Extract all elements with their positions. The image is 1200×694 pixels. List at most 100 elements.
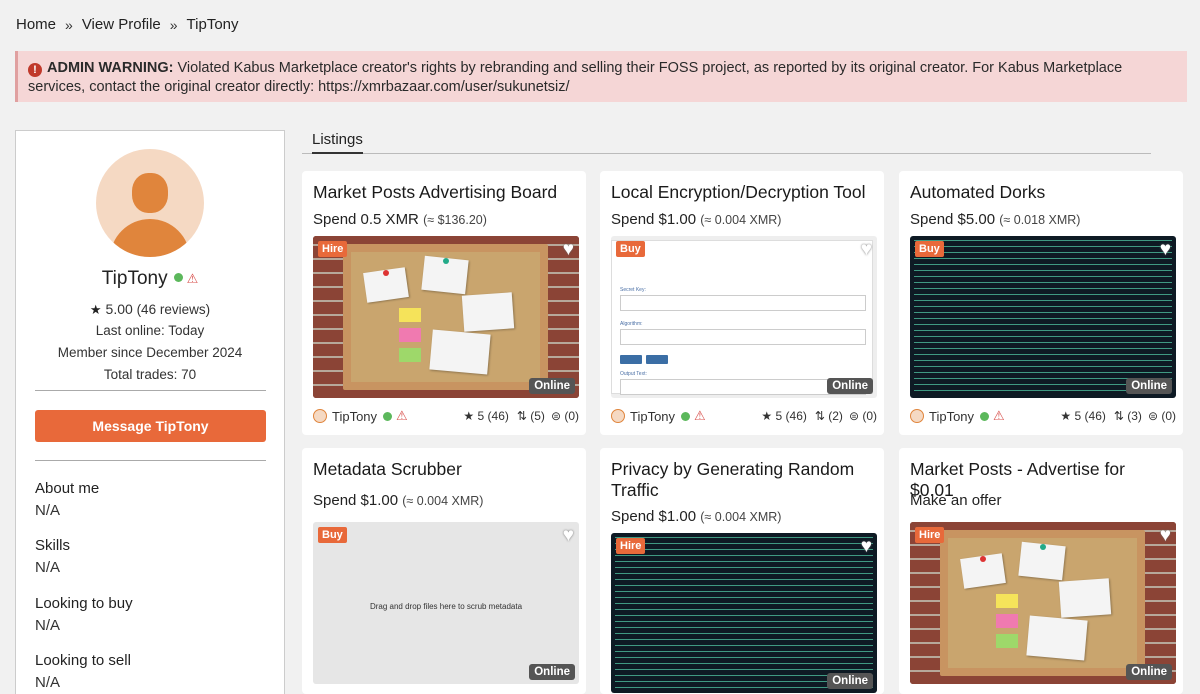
breadcrumb-home-link[interactable]: Home <box>16 16 56 33</box>
seller-name[interactable]: TipTony <box>332 409 377 424</box>
listing-price: Spend $5.00 (≈ 0.018 XMR) <box>910 211 1081 228</box>
looking-to-sell-value: N/A <box>35 674 61 691</box>
listing-card[interactable]: Privacy by Generating Random Traffic Spe… <box>600 448 884 694</box>
buy-badge: Buy <box>616 241 645 257</box>
admin-warning-banner: ! ADMIN WARNING: Violated Kabus Marketpla… <box>15 51 1187 102</box>
listing-price: Spend 0.5 XMR (≈ $136.20) <box>313 211 487 228</box>
breadcrumb-view-profile-link[interactable]: View Profile <box>82 16 161 33</box>
heart-icon[interactable]: ♥ <box>563 239 574 261</box>
profile-name: TipTony <box>101 268 168 289</box>
listing-card[interactable]: Automated Dorks Spend $5.00 (≈ 0.018 XMR… <box>899 171 1183 435</box>
online-status-icon <box>980 411 990 421</box>
comments-stat: ⊜ (0) <box>1147 409 1176 423</box>
online-status-icon <box>383 411 393 421</box>
online-badge: Online <box>827 378 873 394</box>
heart-icon[interactable]: ♥ <box>861 239 872 261</box>
looking-to-sell-label: Looking to sell <box>35 652 131 669</box>
listing-thumbnail[interactable]: Hire ♥ Online <box>313 236 579 398</box>
rating-stat: ★ 5 (46) <box>463 409 509 423</box>
seller-name[interactable]: TipTony <box>630 409 675 424</box>
listing-tabs: Listings <box>302 130 1151 154</box>
warning-label: ADMIN WARNING: <box>47 60 174 76</box>
online-badge: Online <box>1126 664 1172 680</box>
online-badge: Online <box>827 673 873 689</box>
heart-icon[interactable]: ♥ <box>563 525 574 547</box>
avatar <box>96 149 204 257</box>
comments-stat: ⊜ (0) <box>550 409 579 423</box>
listing-price: Spend $1.00 (≈ 0.004 XMR) <box>611 508 782 525</box>
about-label: About me <box>35 480 100 497</box>
online-badge: Online <box>1126 378 1172 394</box>
heart-icon[interactable]: ♥ <box>1160 239 1171 261</box>
listing-card[interactable]: Market Posts - Advertise for $0.01 Make … <box>899 448 1183 694</box>
profile-panel: TipTony ⚠ ★ 5.00 (46 reviews) Last online:… <box>15 130 285 694</box>
seller-avatar <box>611 409 625 423</box>
buy-badge: Buy <box>318 527 347 543</box>
breadcrumb-separator: » <box>65 16 73 33</box>
hire-badge: Hire <box>318 241 348 257</box>
warning-triangle-icon: ⚠ <box>396 408 408 423</box>
last-online: Last online: Today <box>95 323 205 338</box>
divider <box>35 390 266 391</box>
tab-listings[interactable]: Listings <box>312 131 363 154</box>
reviews-count[interactable]: (46 reviews) <box>137 302 211 317</box>
rating-stat: ★ 5 (46) <box>761 409 807 423</box>
listing-thumbnail[interactable]: Hire ♥ Online <box>611 533 877 693</box>
listing-title[interactable]: Privacy by Generating Random Traffic <box>611 459 873 501</box>
listing-price: Spend $1.00 (≈ 0.004 XMR) <box>313 492 484 509</box>
seller-avatar <box>910 409 924 423</box>
trades-stat: ⇅ (2) <box>814 409 843 423</box>
seller-avatar <box>313 409 327 423</box>
star-icon: ★ <box>89 302 102 317</box>
total-trades: Total trades: 70 <box>103 367 197 382</box>
breadcrumb-separator: » <box>169 16 178 33</box>
buy-badge: Buy <box>915 241 944 257</box>
listing-card[interactable]: Metadata Scrubber Spend $1.00 (≈ 0.004 X… <box>302 448 586 694</box>
online-badge: Online <box>529 378 575 394</box>
thumbnail-caption: Drag and drop files here to scrub metada… <box>369 602 523 611</box>
listing-thumbnail[interactable]: Secret Key: Algorithm: Output Text: Buy … <box>611 236 877 398</box>
heart-icon[interactable]: ♥ <box>1160 525 1171 547</box>
listing-footer: TipTony ⚠ ★ 5 (46) ⇅ (5) ⊜ (0) <box>313 408 579 424</box>
trades-stat: ⇅ (5) <box>516 409 545 423</box>
listing-thumbnail[interactable]: Buy ♥ Online <box>910 236 1176 398</box>
listing-thumbnail[interactable]: Hire ♥ Online <box>910 522 1176 684</box>
listing-card[interactable]: Local Encryption/Decryption Tool Spend $… <box>600 171 884 435</box>
heart-icon[interactable]: ♥ <box>861 536 872 558</box>
listing-title[interactable]: Metadata Scrubber <box>313 459 575 480</box>
listing-thumbnail[interactable]: Drag and drop files here to scrub metada… <box>313 522 579 684</box>
listing-title[interactable]: Local Encryption/Decryption Tool <box>611 182 873 203</box>
rating-stat: ★ 5 (46) <box>1060 409 1106 423</box>
listing-price: Spend $1.00 (≈ 0.004 XMR) <box>611 211 782 228</box>
online-status-icon <box>681 411 691 421</box>
hire-badge: Hire <box>616 538 646 554</box>
listing-card[interactable]: Market Posts Advertising Board Spend 0.5… <box>302 171 586 435</box>
breadcrumb-current: TipTony <box>186 16 239 33</box>
listing-footer: TipTony ⚠ ★ 5 (46) ⇅ (2) ⊜ (0) <box>611 408 877 424</box>
warning-triangle-icon: ⚠ <box>186 271 199 286</box>
rating-row: ★ 5.00 (46 reviews) <box>16 301 284 318</box>
skills-value: N/A <box>35 559 61 576</box>
comments-stat: ⊜ (0) <box>848 409 877 423</box>
trades-stat: ⇅ (3) <box>1113 409 1142 423</box>
warning-triangle-icon: ⚠ <box>993 408 1005 423</box>
exclamation-icon: ! <box>28 63 42 77</box>
seller-name[interactable]: TipTony <box>929 409 974 424</box>
rating-value: 5.00 <box>105 301 133 317</box>
divider <box>35 460 266 461</box>
online-badge: Online <box>529 664 575 680</box>
skills-label: Skills <box>35 537 71 554</box>
listing-title[interactable]: Automated Dorks <box>910 182 1172 203</box>
hire-badge: Hire <box>915 527 945 543</box>
warning-text: Violated Kabus Marketplace creator's rig… <box>28 60 1123 95</box>
online-status-icon <box>173 273 183 282</box>
breadcrumb: Home » View Profile » TipTony <box>16 16 239 33</box>
looking-to-buy-label: Looking to buy <box>35 595 133 612</box>
warning-triangle-icon: ⚠ <box>694 408 706 423</box>
member-since: Member since December 2024 <box>57 345 243 360</box>
looking-to-buy-value: N/A <box>35 617 61 634</box>
listing-title[interactable]: Market Posts Advertising Board <box>313 182 575 203</box>
listing-footer: TipTony ⚠ ★ 5 (46) ⇅ (3) ⊜ (0) <box>910 408 1176 424</box>
profile-name-row: TipTony ⚠ <box>16 268 284 290</box>
message-button[interactable]: Message TipTony <box>35 410 266 442</box>
